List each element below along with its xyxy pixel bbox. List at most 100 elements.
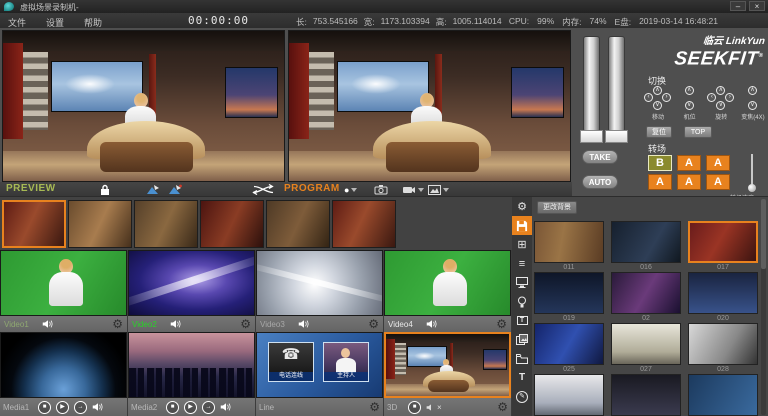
media2-tile[interactable]: Media2 ■ ▶ → [128,332,255,416]
playlist-tool[interactable]: ≡ [512,254,532,273]
video3-image[interactable] [256,250,383,316]
media1-image[interactable] [0,332,127,398]
snapshot-camera-icon[interactable] [374,184,388,195]
scene-thumbnail[interactable] [534,221,604,263]
library-scrollbar-thumb[interactable] [761,199,766,269]
video1-image[interactable] [0,250,127,316]
host-thumb[interactable]: 主持人 [323,342,369,382]
library-scene[interactable] [611,374,681,416]
t-bar-handle-right[interactable] [605,130,628,143]
scene-thumbnail[interactable] [688,323,758,365]
library-scene[interactable]: 027 [611,323,681,373]
strip-scene-4[interactable] [200,200,264,248]
luma-key-icon[interactable] [146,184,160,195]
swap-preview-program-icon[interactable] [252,184,274,195]
line-settings-gear-icon[interactable]: ⚙ [369,401,380,413]
media1-stop-button[interactable]: ■ [38,401,51,414]
transition-button-b[interactable]: B [648,155,672,171]
program-monitor[interactable] [288,30,571,182]
scene-thumbnail[interactable] [611,272,681,314]
scene-thumbnail[interactable] [688,272,758,314]
speaker-icon[interactable] [220,402,232,412]
subtitle-tool[interactable]: T [512,311,532,330]
reset-button[interactable]: 复位 [646,126,672,138]
scene-thumbnail[interactable] [611,323,681,365]
transition-speed-knob[interactable] [748,184,756,192]
virtual-3d-settings-gear-icon[interactable]: ⚙ [497,401,508,413]
top-view-button[interactable]: TOP [684,126,712,138]
zoom-in-icon[interactable]: ∧ [748,86,757,95]
scene-thumbnail[interactable] [688,374,758,416]
move-right-icon[interactable]: › [662,93,671,102]
media2-next-button[interactable]: → [202,401,215,414]
library-scene[interactable] [534,374,604,416]
media2-play-button[interactable]: ▶ [184,401,197,414]
strip-scene-6[interactable] [332,200,396,248]
speaker-icon[interactable] [92,402,104,412]
t-bar-track-right[interactable] [608,36,625,132]
scene-thumbnail[interactable] [611,374,681,416]
library-scene[interactable]: 016 [611,221,681,271]
transition-speed-track[interactable] [751,154,753,188]
strip-scene-3[interactable] [134,200,198,248]
video2-tile[interactable]: Video2 ⚙ [128,250,255,332]
video3-tile[interactable]: Video3 ⚙ [256,250,383,332]
strip-scene-2[interactable] [68,200,132,248]
video4-tile[interactable]: Video4 ⚙ [384,250,511,332]
video-output-icon[interactable] [402,184,424,195]
library-scene[interactable]: 020 [688,272,758,322]
transition-button-a4[interactable]: A [677,174,701,190]
change-background-button[interactable]: 更改背景 [537,201,577,214]
scene-thumbnail[interactable] [534,272,604,314]
t-bar-handle-left[interactable] [580,130,603,143]
video3-settings-gear-icon[interactable]: ⚙ [368,318,379,330]
scene-thumbnail[interactable] [534,323,604,365]
signature-tool[interactable]: ✎ [512,387,532,406]
scene-thumbnail[interactable] [688,221,758,263]
library-scene[interactable] [688,374,758,416]
lock-icon[interactable] [100,184,110,195]
text-tool[interactable]: T [512,368,532,387]
close-button[interactable]: × [749,1,765,11]
media2-image[interactable] [128,332,255,398]
chroma-key-icon[interactable] [168,184,182,195]
strip-scene-5[interactable] [266,200,330,248]
video4-image[interactable] [384,250,511,316]
folder-tool[interactable] [512,349,532,368]
rotate-up-icon[interactable]: ∧ [716,86,725,95]
light-tool[interactable] [512,292,532,311]
scene-thumbnail[interactable] [534,374,604,416]
media2-stop-button[interactable]: ■ [166,401,179,414]
speaker-icon[interactable] [42,319,54,329]
library-scene-selected[interactable]: 017 [688,221,758,271]
minimize-button[interactable]: – [730,1,746,11]
move-down-icon[interactable]: ∨ [653,101,662,110]
phone-call-thumb[interactable]: ☎ 电话连线 [268,342,314,382]
line-tile[interactable]: ☎ 电话连线 主持人 Line ⚙ [256,332,383,416]
save-tool[interactable] [512,216,532,235]
library-scene[interactable]: 025 [534,323,604,373]
transition-button-a3[interactable]: A [648,174,672,190]
transition-button-a2[interactable]: A [706,155,730,171]
library-scene[interactable]: 019 [534,272,604,322]
image-output-icon[interactable] [428,184,449,195]
rotate-down-icon[interactable]: ∨ [716,101,725,110]
move-up-icon[interactable]: ∧ [653,86,662,95]
speaker-icon[interactable] [426,319,438,329]
video2-image[interactable] [128,250,255,316]
layout-grid-tool[interactable]: ⊞ [512,235,532,254]
media1-tile[interactable]: Media1 ■ ▶ → [0,332,127,416]
muted-speaker-icon[interactable]: × [426,403,442,412]
take-button[interactable]: TAKE [582,150,618,164]
move-left-icon[interactable]: ‹ [644,93,653,102]
transition-button-a5[interactable]: A [706,174,730,190]
preview-monitor[interactable] [2,30,285,182]
virtual-3d-image[interactable] [384,332,511,398]
video2-settings-gear-icon[interactable]: ⚙ [240,318,251,330]
image-overlay-tool[interactable] [512,330,532,349]
media1-next-button[interactable]: → [74,401,87,414]
scene-thumbnail[interactable] [611,221,681,263]
rotate-right-icon[interactable]: › [725,93,734,102]
library-scene[interactable]: 02 [611,272,681,322]
line-image[interactable]: ☎ 电话连线 主持人 [256,332,383,398]
